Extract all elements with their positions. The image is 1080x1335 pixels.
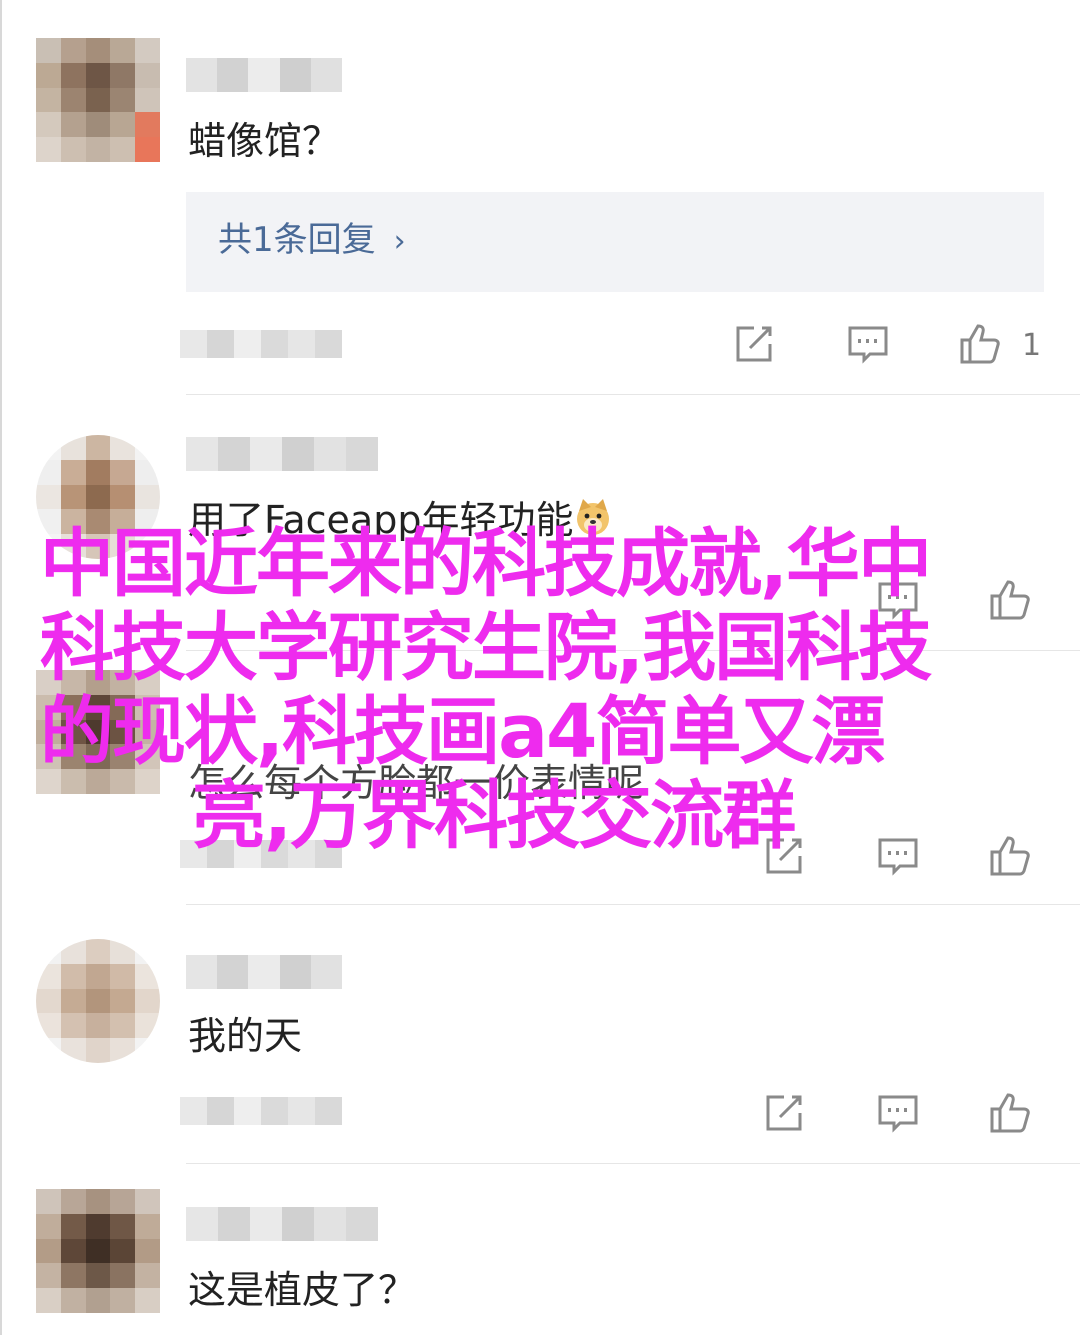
username-redacted[interactable] xyxy=(186,437,378,471)
comment-text-body: 用了Faceapp年轻功能 xyxy=(188,498,574,542)
comment-text: 怎么每个方脸都一价表情呢 xyxy=(188,761,645,805)
timestamp-redacted xyxy=(180,840,342,868)
comment-text: 蜡像馆？ xyxy=(188,119,341,163)
avatar[interactable] xyxy=(36,435,160,559)
like-count: 1 xyxy=(1022,328,1042,363)
comment-icon[interactable] xyxy=(874,1089,922,1137)
comment-text: 这是植皮了？ xyxy=(188,1268,417,1312)
avatar[interactable] xyxy=(36,38,160,162)
comment-item: 怎么每个方脸都一价表情呢 xyxy=(0,650,1080,905)
avatar[interactable] xyxy=(36,1189,160,1313)
username-redacted[interactable] xyxy=(186,1207,378,1241)
comment-divider xyxy=(186,1163,1080,1164)
edit-icon[interactable] xyxy=(760,832,808,880)
comment-icon[interactable] xyxy=(874,832,922,880)
avatar[interactable] xyxy=(36,939,160,1063)
comment-icon[interactable] xyxy=(844,320,892,368)
comment-text: 我的天 xyxy=(188,1014,303,1058)
comment-text: 用了Faceapp年轻功能 xyxy=(188,497,613,543)
replies-count-label: 共1条回复 xyxy=(218,220,376,260)
timestamp-redacted xyxy=(180,330,342,358)
thumbs-up-icon[interactable] xyxy=(986,832,1034,880)
edit-icon[interactable] xyxy=(760,1089,808,1137)
username-redacted[interactable] xyxy=(186,955,343,989)
avatar[interactable] xyxy=(36,670,160,794)
comment-item: 蜡像馆？ 共1条回复 › 1 xyxy=(0,0,1080,395)
username-redacted[interactable] xyxy=(186,58,343,92)
comment-icon[interactable] xyxy=(874,576,922,624)
doge-emoji xyxy=(577,499,610,535)
thumbs-up-icon[interactable] xyxy=(986,1089,1034,1137)
comment-feed: 蜡像馆？ 共1条回复 › 1 用了Faceapp年轻功能 怎么每个方脸都一价表情… xyxy=(0,0,1080,1335)
timestamp-redacted xyxy=(180,1097,342,1125)
comment-item: 这是植皮了？ xyxy=(0,1165,1080,1335)
edit-icon[interactable] xyxy=(730,320,778,368)
reply-chevron-icon: › xyxy=(393,224,406,259)
comment-item: 我的天 xyxy=(0,905,1080,1170)
replies-box[interactable]: 共1条回复 › xyxy=(186,192,1044,292)
thumbs-up-icon[interactable] xyxy=(956,320,1004,368)
thumbs-up-icon[interactable] xyxy=(986,576,1034,624)
view-replies-link[interactable]: 共1条回复 › xyxy=(218,218,406,264)
